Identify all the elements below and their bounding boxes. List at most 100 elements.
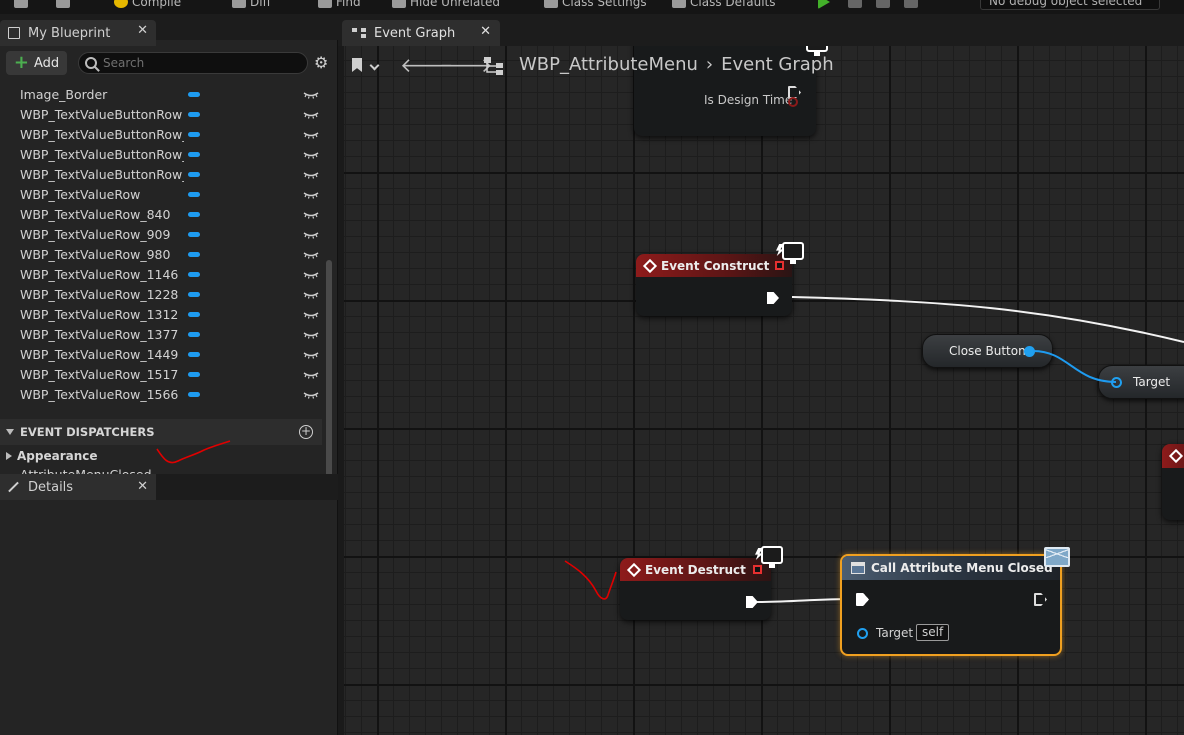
variable-name: WBP_TextValueRow_840 — [20, 206, 171, 222]
variable-row[interactable]: WBP_TextValueRow_909 — [0, 224, 322, 244]
variable-row[interactable]: WBP_TextValueRow_1377 — [0, 324, 322, 344]
variable-row[interactable]: WBP_TextValueRow_1146 — [0, 264, 322, 284]
variable-row[interactable]: WBP_TextValueRow_1228 — [0, 284, 322, 304]
breadcrumb-item[interactable]: Event Graph — [721, 54, 834, 75]
exec-out-pin[interactable] — [1034, 593, 1047, 606]
breadcrumb-item[interactable]: WBP_AttributeMenu — [519, 54, 698, 75]
delegate-pin[interactable] — [775, 261, 784, 270]
variable-row[interactable]: WBP_TextValueButtonRow_2 — [0, 164, 322, 184]
add-dispatcher-icon[interactable]: + — [299, 425, 313, 439]
compile-button[interactable]: Compile — [114, 0, 181, 10]
scrollbar[interactable] — [326, 260, 332, 482]
eye-closed-icon[interactable] — [303, 168, 319, 180]
stop-button[interactable] — [876, 0, 890, 10]
class-settings-button[interactable]: Class Settings — [544, 0, 647, 10]
bookmark-icon[interactable] — [352, 58, 362, 72]
exec-out-pin[interactable] — [767, 292, 779, 304]
variable-type-pill — [188, 192, 200, 197]
node-title: Close Button — [949, 344, 1026, 358]
pin-label: Target — [1133, 375, 1171, 389]
variable-row[interactable]: WBP_TextValueButtonRow — [0, 104, 322, 124]
event-destruct-node[interactable]: Event Destruct — [620, 558, 771, 620]
chevron-down-icon[interactable] — [369, 60, 380, 71]
event-dispatchers-header[interactable]: EVENT DISPATCHERS + — [0, 419, 322, 445]
find-button[interactable]: Find — [318, 0, 361, 10]
object-out-pin[interactable] — [1024, 346, 1035, 357]
search-icon — [85, 57, 97, 69]
appearance-category[interactable]: Appearance — [0, 447, 98, 465]
eye-closed-icon[interactable] — [303, 348, 319, 360]
is-design-time-label: Is Design Time — [704, 93, 793, 107]
close-icon[interactable]: ✕ — [480, 24, 491, 39]
eye-closed-icon[interactable] — [303, 88, 319, 100]
delegate-pin[interactable] — [753, 565, 762, 574]
book-icon — [8, 27, 20, 39]
variable-name: Image_Border — [20, 86, 108, 102]
variable-row[interactable]: WBP_TextValueRow_840 — [0, 204, 322, 224]
eye-closed-icon[interactable] — [303, 388, 319, 400]
variable-type-pill — [188, 152, 200, 157]
play-button[interactable] — [818, 0, 830, 10]
variable-row[interactable]: WBP_TextValueRow — [0, 184, 322, 204]
variable-row[interactable]: WBP_TextValueRow_1312 — [0, 304, 322, 324]
variable-row[interactable]: WBP_TextValueRow_1517 — [0, 364, 322, 384]
tab-label: My Blueprint — [28, 25, 111, 41]
eye-closed-icon[interactable] — [303, 228, 319, 240]
eye-closed-icon[interactable] — [303, 128, 319, 140]
breadcrumb: WBP_AttributeMenu › Event Graph — [519, 54, 834, 75]
variable-row[interactable]: WBP_TextValueRow_980 — [0, 244, 322, 264]
variable-name: WBP_TextValueRow_1517 — [20, 366, 179, 382]
compile-label: Compile — [132, 0, 182, 9]
tab-details[interactable]: Details ✕ — [0, 474, 156, 500]
eye-closed-icon[interactable] — [303, 328, 319, 340]
eye-closed-icon[interactable] — [303, 308, 319, 320]
play-icon — [818, 0, 830, 9]
exec-out-pin[interactable] — [746, 596, 758, 608]
call-attribute-menu-closed-node[interactable]: Call Attribute Menu Closed Target self — [840, 554, 1062, 656]
exec-in-pin[interactable] — [856, 593, 869, 606]
variable-name: WBP_TextValueRow_1312 — [20, 306, 179, 322]
close-icon[interactable]: ✕ — [137, 479, 148, 494]
class-defaults-button[interactable]: Class Defaults — [672, 0, 775, 10]
debug-object-selector[interactable]: No debug object selected — [980, 0, 1160, 10]
eye-closed-icon[interactable] — [303, 108, 319, 120]
tab-my-blueprint[interactable]: My Blueprint ✕ — [0, 20, 156, 46]
bool-pin[interactable] — [788, 97, 798, 107]
variable-row[interactable]: WBP_TextValueRow_1566 — [0, 384, 322, 404]
variable-type-pill — [188, 132, 200, 137]
plus-icon: + — [13, 52, 29, 73]
browse-button[interactable] — [56, 0, 70, 10]
object-in-pin[interactable] — [1111, 377, 1122, 388]
close-button-node[interactable]: Close Button — [922, 334, 1053, 368]
add-button[interactable]: + Add — [6, 51, 67, 75]
tab-event-graph[interactable]: Event Graph ✕ — [342, 20, 500, 46]
variable-row[interactable]: WBP_TextValueRow_1449 — [0, 344, 322, 364]
object-in-pin[interactable] — [857, 628, 868, 639]
eye-closed-icon[interactable] — [303, 288, 319, 300]
variable-row[interactable]: Image_Border — [0, 84, 322, 104]
eject-button[interactable] — [904, 0, 918, 10]
partial-event-node[interactable] — [1162, 444, 1184, 520]
search-input[interactable] — [103, 56, 293, 70]
step-button[interactable] — [848, 0, 862, 10]
find-icon — [318, 0, 332, 8]
close-icon[interactable]: ✕ — [137, 23, 148, 38]
event-construct-node[interactable]: Event Construct — [636, 254, 792, 316]
eye-closed-icon[interactable] — [303, 208, 319, 220]
save-button[interactable] — [14, 0, 28, 10]
variable-row[interactable]: WBP_TextValueButtonRow_1 — [0, 144, 322, 164]
hide-unrelated-button[interactable]: Hide Unrelated — [392, 0, 500, 10]
eye-closed-icon[interactable] — [303, 148, 319, 160]
variable-name: WBP_TextValueButtonRow_2 — [20, 166, 184, 182]
diff-button[interactable]: Diff — [232, 0, 271, 10]
target-node[interactable]: Target — [1098, 365, 1184, 399]
eye-closed-icon[interactable] — [303, 368, 319, 380]
eye-closed-icon[interactable] — [303, 268, 319, 280]
gear-icon[interactable]: ⚙ — [314, 55, 328, 71]
variable-row[interactable]: WBP_TextValueButtonRow_9 — [0, 124, 322, 144]
debug-object-label: No debug object selected — [989, 0, 1143, 8]
eye-closed-icon[interactable] — [303, 248, 319, 260]
node-header — [1162, 444, 1184, 468]
eye-closed-icon[interactable] — [303, 188, 319, 200]
target-value-field[interactable]: self — [916, 624, 950, 641]
